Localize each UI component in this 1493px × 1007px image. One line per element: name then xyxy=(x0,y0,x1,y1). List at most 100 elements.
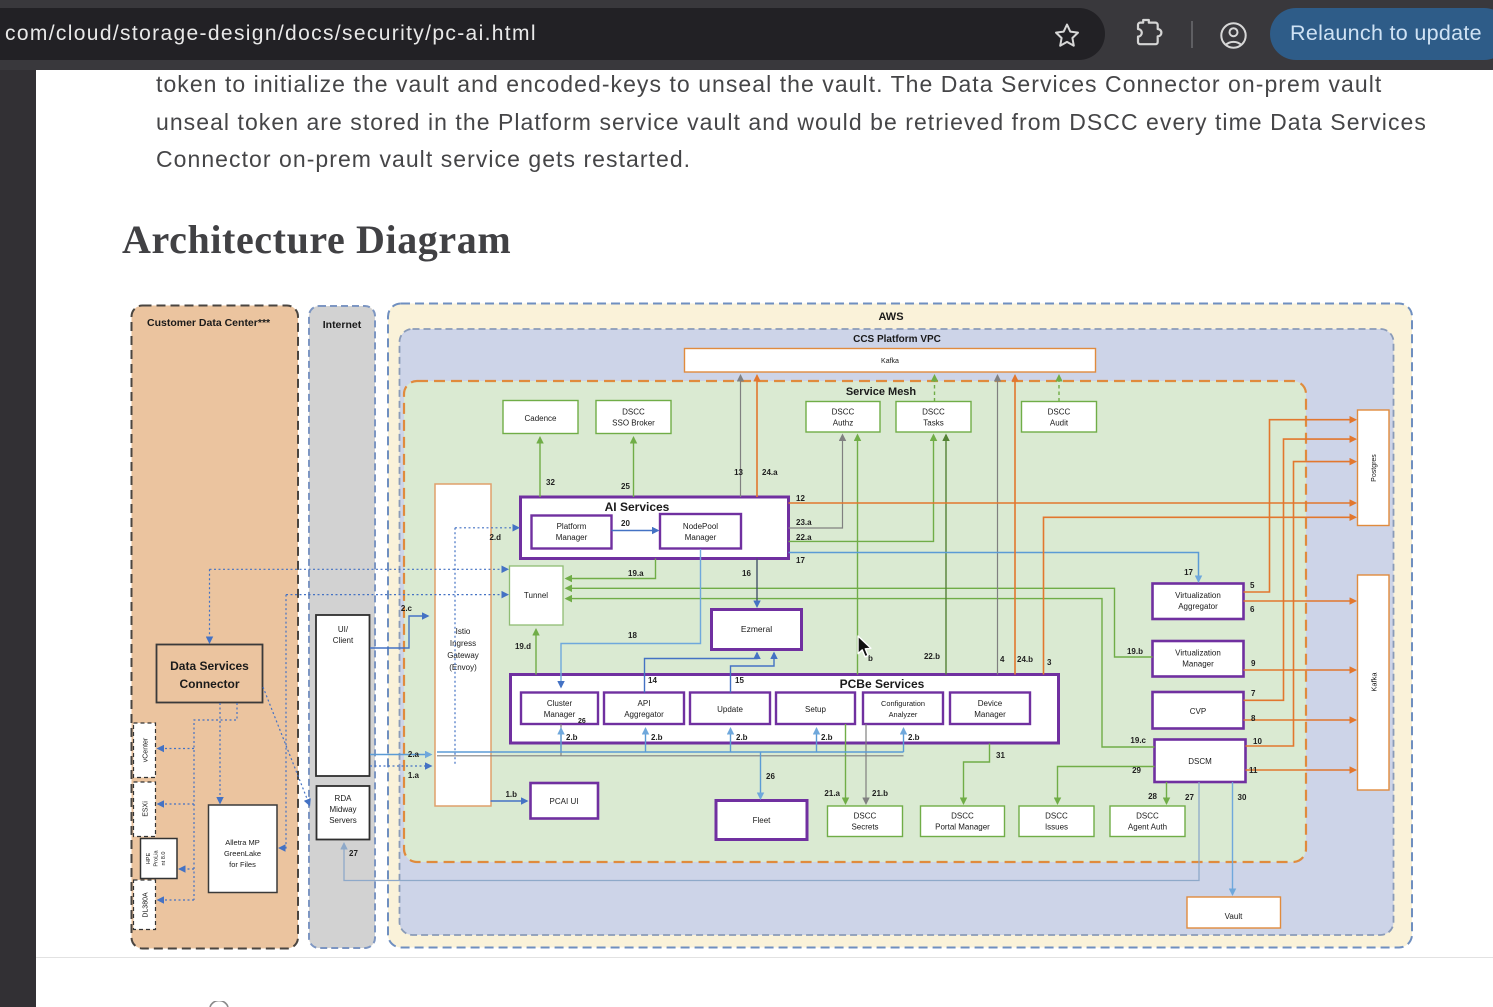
svg-text:26: 26 xyxy=(766,772,775,781)
svg-text:2.b: 2.b xyxy=(821,733,833,742)
svg-text:HPE: HPE xyxy=(146,852,152,864)
svg-text:Issues: Issues xyxy=(1045,823,1068,832)
svg-text:Ezmeral: Ezmeral xyxy=(741,624,772,634)
svg-text:Gateway: Gateway xyxy=(447,651,479,660)
svg-text:19.b: 19.b xyxy=(1127,647,1143,656)
svg-text:24.b: 24.b xyxy=(1017,655,1033,664)
svg-text:vCenter: vCenter xyxy=(143,737,150,762)
svg-text:Internet: Internet xyxy=(323,319,362,331)
svg-text:DSCC: DSCC xyxy=(1045,812,1068,821)
svg-text:27: 27 xyxy=(349,849,358,858)
svg-text:13: 13 xyxy=(734,468,743,477)
svg-text:DSCC: DSCC xyxy=(622,408,645,417)
svg-text:DSCC: DSCC xyxy=(1136,812,1159,821)
svg-text:PCBe Services: PCBe Services xyxy=(840,677,925,691)
svg-text:30: 30 xyxy=(1238,793,1247,802)
svg-text:2.b: 2.b xyxy=(566,733,578,742)
svg-text:Configuration: Configuration xyxy=(881,699,925,708)
svg-text:Portal Manager: Portal Manager xyxy=(935,823,990,832)
svg-text:Aggregator: Aggregator xyxy=(624,710,664,719)
svg-text:Manager: Manager xyxy=(544,710,576,719)
svg-text:10: 10 xyxy=(1253,737,1262,746)
svg-text:2.d: 2.d xyxy=(489,533,501,542)
svg-text:5: 5 xyxy=(1250,581,1255,590)
svg-text:Cluster: Cluster xyxy=(547,699,573,708)
svg-text:Connector: Connector xyxy=(180,677,240,691)
svg-text:17: 17 xyxy=(1184,568,1193,577)
svg-text:28: 28 xyxy=(1148,792,1157,801)
svg-text:20: 20 xyxy=(621,519,630,528)
svg-text:Analyzer: Analyzer xyxy=(889,710,918,719)
svg-text:DSCM: DSCM xyxy=(1188,757,1212,766)
svg-text:1.b: 1.b xyxy=(505,790,517,799)
svg-text:Virtualization: Virtualization xyxy=(1175,649,1221,658)
svg-text:Tasks: Tasks xyxy=(923,419,943,428)
svg-text:26: 26 xyxy=(578,718,586,725)
svg-text:ProLia: ProLia xyxy=(154,850,160,867)
svg-text:RDA: RDA xyxy=(335,794,353,803)
svg-text:25: 25 xyxy=(621,482,630,491)
svg-text:Ingress: Ingress xyxy=(450,639,476,648)
svg-text:DL380A: DL380A xyxy=(143,892,150,918)
svg-text:1.a: 1.a xyxy=(408,771,420,780)
svg-text:Manager: Manager xyxy=(556,533,588,542)
svg-text:6: 6 xyxy=(1250,605,1255,614)
svg-text:11: 11 xyxy=(1249,766,1258,775)
svg-text:2.b: 2.b xyxy=(651,733,663,742)
svg-text:DSCC: DSCC xyxy=(854,812,877,821)
svg-text:9: 9 xyxy=(1251,659,1256,668)
svg-text:Servers: Servers xyxy=(329,816,357,825)
svg-text:nt 8.0: nt 8.0 xyxy=(161,852,167,866)
svg-text:CCS Platform VPC: CCS Platform VPC xyxy=(853,334,941,345)
svg-text:Client: Client xyxy=(333,636,354,645)
svg-text:AI Services: AI Services xyxy=(605,500,670,514)
svg-text:Update: Update xyxy=(717,705,743,714)
svg-text:23.a: 23.a xyxy=(796,518,812,527)
svg-text:Kafka: Kafka xyxy=(881,358,899,365)
svg-text:AWS: AWS xyxy=(878,311,903,323)
svg-text:API: API xyxy=(638,699,651,708)
svg-text:2.a: 2.a xyxy=(408,750,420,759)
svg-text:31: 31 xyxy=(996,751,1005,760)
svg-text:18: 18 xyxy=(628,631,637,640)
svg-text:19.a: 19.a xyxy=(628,569,644,578)
svg-text:Virtualization: Virtualization xyxy=(1175,591,1221,600)
svg-text:12: 12 xyxy=(796,494,805,503)
svg-text:Cadence: Cadence xyxy=(524,414,557,423)
svg-text:15: 15 xyxy=(735,676,744,685)
svg-text:22.b: 22.b xyxy=(924,652,940,661)
svg-text:Data Services: Data Services xyxy=(170,659,249,673)
svg-text:Customer Data Center***: Customer Data Center*** xyxy=(147,317,271,329)
svg-text:Istio: Istio xyxy=(456,627,471,636)
svg-text:Aggregator: Aggregator xyxy=(1178,602,1218,611)
svg-text:Vault: Vault xyxy=(1225,912,1243,921)
svg-text:29: 29 xyxy=(1132,766,1141,775)
svg-text:(Envoy): (Envoy) xyxy=(449,663,477,672)
svg-text:GreenLake: GreenLake xyxy=(224,849,261,858)
svg-text:Manager: Manager xyxy=(1182,660,1214,669)
svg-text:2.b: 2.b xyxy=(736,733,748,742)
svg-text:Midway: Midway xyxy=(329,805,356,814)
svg-text:Alletra MP: Alletra MP xyxy=(225,838,260,847)
svg-text:DSCC: DSCC xyxy=(1048,408,1071,417)
svg-text:Manager: Manager xyxy=(974,710,1006,719)
svg-text:21.b: 21.b xyxy=(872,789,888,798)
svg-text:17: 17 xyxy=(796,556,805,565)
svg-text:Secrets: Secrets xyxy=(851,823,878,832)
svg-text:Agent Auth: Agent Auth xyxy=(1128,823,1167,832)
svg-text:2.b: 2.b xyxy=(908,733,920,742)
svg-text:DSCC: DSCC xyxy=(951,812,974,821)
svg-text:32: 32 xyxy=(546,478,555,487)
svg-text:8: 8 xyxy=(1251,714,1256,723)
svg-text:ESXi: ESXi xyxy=(143,801,150,817)
svg-text:3: 3 xyxy=(1047,658,1052,667)
svg-text:19.d: 19.d xyxy=(515,642,531,651)
svg-text:Platform: Platform xyxy=(557,522,587,531)
svg-text:24.a: 24.a xyxy=(762,468,778,477)
svg-text:SSO Broker: SSO Broker xyxy=(612,419,655,428)
svg-text:UI/: UI/ xyxy=(338,625,349,634)
svg-text:DSCC: DSCC xyxy=(922,408,945,417)
svg-text:2.c: 2.c xyxy=(401,604,413,613)
svg-text:16: 16 xyxy=(742,569,751,578)
svg-text:Postgres: Postgres xyxy=(1371,454,1378,482)
